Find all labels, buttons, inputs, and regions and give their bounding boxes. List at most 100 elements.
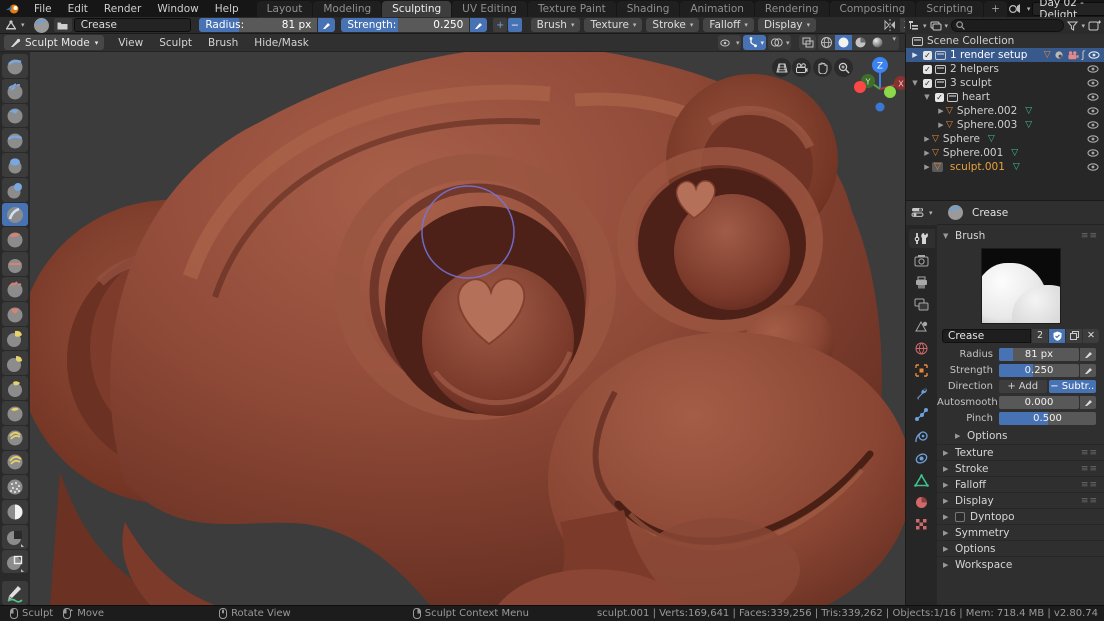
expand-icon[interactable]: ▶ bbox=[922, 135, 932, 143]
pan-view-icon[interactable] bbox=[813, 58, 832, 77]
menu-brush[interactable]: Brush bbox=[200, 37, 246, 49]
object-visibility-icon[interactable]: ▾ bbox=[717, 35, 742, 50]
radius-slider[interactable]: Radius: 81 px bbox=[199, 18, 318, 32]
tab-physics[interactable] bbox=[909, 427, 935, 446]
tab-texture[interactable] bbox=[909, 515, 935, 534]
tool-simplify[interactable] bbox=[2, 475, 28, 500]
scene-name-field[interactable]: Day 02 - Delight bbox=[1032, 0, 1104, 21]
tool-draw[interactable] bbox=[2, 54, 28, 78]
panel-symmetry[interactable]: ▶ Symmetry bbox=[937, 524, 1104, 540]
panel-display[interactable]: ▶ Display ≡≡ bbox=[937, 492, 1104, 508]
tool-crease[interactable] bbox=[2, 202, 28, 227]
autosmooth-pressure-icon[interactable] bbox=[1080, 396, 1096, 409]
panel-grip-icon[interactable]: ≡≡ bbox=[1081, 464, 1098, 474]
strength-pressure-icon[interactable] bbox=[1080, 364, 1096, 377]
panel-grip-icon[interactable]: ≡≡ bbox=[1081, 231, 1098, 241]
outliner-row-sphere[interactable]: ▶ ▽ Sphere ▽ bbox=[906, 132, 1104, 146]
gizmo-y-neg[interactable] bbox=[884, 86, 896, 98]
panel-grip-icon[interactable]: ≡≡ bbox=[1081, 480, 1098, 490]
eye-icon[interactable] bbox=[1087, 135, 1099, 143]
brush-name-field[interactable]: Crease bbox=[73, 18, 192, 32]
tool-flatten[interactable] bbox=[2, 252, 28, 277]
texture-dropdown[interactable]: Texture ▾ bbox=[584, 18, 643, 32]
tab-layout[interactable]: Layout bbox=[256, 1, 313, 17]
panel-texture[interactable]: ▶ Texture ≡≡ bbox=[937, 444, 1104, 460]
collection-checkbox[interactable]: ✓ bbox=[923, 64, 932, 74]
blender-logo-icon[interactable] bbox=[0, 3, 26, 15]
autosmooth-slider[interactable]: 0.000 bbox=[999, 396, 1079, 409]
menu-edit[interactable]: Edit bbox=[60, 3, 96, 15]
expand-icon[interactable]: ▶ bbox=[922, 163, 932, 171]
overlays-toggle-icon[interactable]: ▾ bbox=[767, 35, 792, 50]
strength-pressure-icon[interactable] bbox=[470, 18, 488, 32]
tool-box-mask[interactable] bbox=[2, 524, 28, 549]
unlink-brush-icon[interactable]: ✕ bbox=[1083, 328, 1099, 343]
menu-file[interactable]: File bbox=[26, 3, 60, 15]
menu-sculpt[interactable]: Sculpt bbox=[151, 37, 200, 49]
tool-inflate[interactable] bbox=[2, 153, 28, 177]
tool-box-hide[interactable] bbox=[2, 549, 28, 574]
tab-compositing[interactable]: Compositing bbox=[829, 1, 916, 17]
new-collection-icon[interactable] bbox=[1088, 20, 1101, 31]
tab-render[interactable] bbox=[909, 251, 935, 270]
active-brush-icon[interactable] bbox=[33, 17, 50, 34]
panel-options-sub[interactable]: ▶ Options bbox=[937, 427, 1104, 444]
fake-user-shield-icon[interactable] bbox=[1049, 328, 1065, 343]
radius-pressure-icon[interactable] bbox=[318, 18, 336, 32]
tool-thumb[interactable] bbox=[2, 400, 28, 425]
shading-wireframe-icon[interactable] bbox=[818, 35, 835, 50]
eye-icon[interactable] bbox=[1087, 107, 1099, 115]
panel-falloff[interactable]: ▶ Falloff ≡≡ bbox=[937, 476, 1104, 492]
tab-scripting[interactable]: Scripting bbox=[916, 1, 984, 17]
menu-render[interactable]: Render bbox=[96, 3, 149, 15]
expand-icon[interactable]: ▶ bbox=[936, 121, 946, 129]
tab-tool[interactable] bbox=[908, 229, 935, 248]
eye-icon[interactable] bbox=[1088, 51, 1100, 59]
menu-help[interactable]: Help bbox=[207, 3, 247, 15]
panel-grip-icon[interactable]: ≡≡ bbox=[1081, 496, 1098, 506]
direction-add-button[interactable]: + bbox=[493, 18, 507, 32]
shading-rendered-icon[interactable] bbox=[869, 35, 886, 50]
outliner-row-sphere-003[interactable]: ▶ ▽ Sphere.003 ▽ bbox=[906, 118, 1104, 132]
outliner-row-sculpt-001[interactable]: ▶ ▽ sculpt.001 ▽ bbox=[906, 160, 1104, 174]
tool-scrape[interactable] bbox=[2, 277, 28, 301]
tab-modeling[interactable]: Modeling bbox=[313, 1, 382, 17]
expand-icon[interactable]: ▶ bbox=[910, 51, 920, 59]
pinch-slider[interactable]: 0.500 bbox=[999, 412, 1096, 425]
duplicate-brush-icon[interactable] bbox=[1066, 328, 1082, 343]
eye-icon[interactable] bbox=[1087, 93, 1099, 101]
display-dropdown[interactable]: Display ▾ bbox=[757, 18, 817, 32]
scene-icon[interactable]: ▾ bbox=[1008, 3, 1030, 14]
tool-mask[interactable] bbox=[2, 500, 28, 524]
brush-dropdown[interactable]: Brush ▾ bbox=[530, 18, 581, 32]
browse-brush-icon[interactable] bbox=[53, 18, 72, 32]
eye-icon[interactable] bbox=[1087, 149, 1099, 157]
brush-name-field[interactable]: Crease bbox=[942, 328, 1031, 343]
panel-workspace[interactable]: ▶ Workspace bbox=[937, 556, 1104, 572]
editor-type-icon[interactable]: ▾ bbox=[0, 19, 29, 31]
panel-stroke[interactable]: ▶ Stroke ≡≡ bbox=[937, 460, 1104, 476]
tab-rendering[interactable]: Rendering bbox=[754, 1, 829, 17]
menu-window[interactable]: Window bbox=[149, 3, 206, 15]
tool-blob[interactable] bbox=[2, 177, 28, 202]
tab-constraints[interactable] bbox=[909, 449, 935, 468]
collection-checkbox[interactable]: ✓ bbox=[923, 78, 932, 88]
collection-checkbox[interactable]: ✓ bbox=[935, 92, 944, 102]
tool-pose[interactable] bbox=[2, 425, 28, 450]
eye-icon[interactable] bbox=[1087, 163, 1099, 171]
outliner-editor-type-icon[interactable]: ▾ bbox=[908, 20, 927, 31]
tab-animation[interactable]: Animation bbox=[680, 1, 754, 17]
outliner-row-sphere-001[interactable]: ▶ ▽ Sphere.001 ▽ bbox=[906, 146, 1104, 160]
direction-add-button[interactable]: + Add bbox=[999, 380, 1047, 393]
expand-icon[interactable]: ▼ bbox=[910, 79, 920, 87]
gizmos-toggle-icon[interactable]: ▾ bbox=[743, 35, 766, 50]
stroke-dropdown[interactable]: Stroke ▾ bbox=[646, 18, 700, 32]
tab-uv-editing[interactable]: UV Editing bbox=[452, 1, 527, 17]
tool-elastic-deform[interactable] bbox=[2, 351, 28, 376]
eye-icon[interactable] bbox=[1087, 79, 1099, 87]
gizmo-x-neg[interactable] bbox=[854, 81, 866, 93]
toggle-perspective-icon[interactable] bbox=[772, 58, 791, 77]
tool-nudge[interactable] bbox=[2, 450, 28, 475]
tab-material[interactable] bbox=[909, 493, 935, 512]
filter-icon[interactable]: ▾ bbox=[1067, 21, 1085, 31]
